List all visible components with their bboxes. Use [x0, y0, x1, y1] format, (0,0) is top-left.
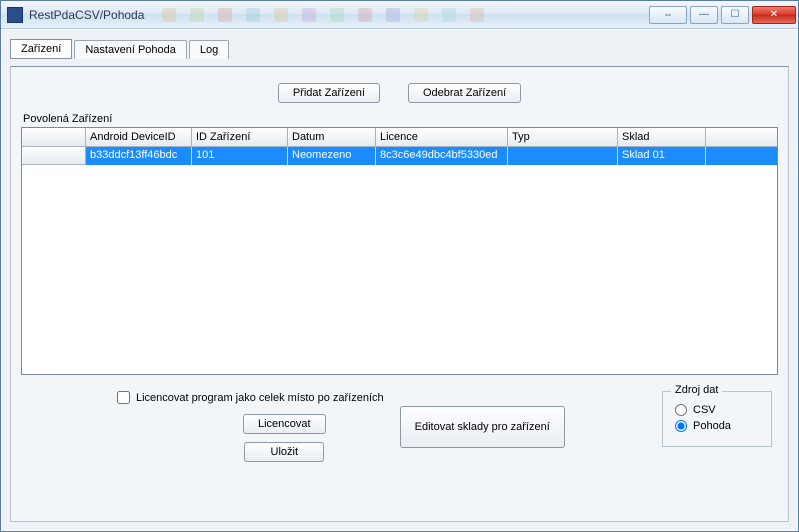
col-type[interactable]: Typ: [508, 128, 618, 146]
col-rowheader[interactable]: [22, 128, 86, 146]
grid-body[interactable]: b33ddcf13ff46bdc 101 Neomezeno 8c3c6e49d…: [22, 147, 777, 374]
col-store[interactable]: Sklad: [618, 128, 706, 146]
left-block: Licencovat program jako celek místo po z…: [117, 391, 384, 462]
col-licence[interactable]: Licence: [376, 128, 508, 146]
tab-settings-pohoda[interactable]: Nastavení Pohoda: [74, 40, 187, 59]
radio-pohoda[interactable]: [675, 420, 687, 432]
cell-id-device[interactable]: 101: [192, 147, 288, 165]
radio-csv[interactable]: [675, 404, 687, 416]
radio-pohoda-row: Pohoda: [675, 420, 759, 432]
maximize-button[interactable]: ☐: [721, 6, 749, 24]
tab-strip: Zařízení Nastavení Pohoda Log: [10, 36, 789, 58]
license-button[interactable]: Licencovat: [243, 414, 326, 434]
grid-header: Android DeviceID ID Zařízení Datum Licen…: [22, 128, 777, 147]
radio-csv-row: CSV: [675, 404, 759, 416]
col-id-device[interactable]: ID Zařízení: [192, 128, 288, 146]
add-device-button[interactable]: Přidat Zařízení: [278, 83, 380, 103]
allowed-devices-label: Povolená Zařízení: [23, 113, 778, 125]
table-row[interactable]: b33ddcf13ff46bdc 101 Neomezeno 8c3c6e49d…: [22, 147, 777, 165]
save-button[interactable]: Uložit: [244, 442, 324, 462]
datasource-groupbox: Zdroj dat CSV Pohoda: [662, 391, 772, 447]
top-button-row: Přidat Zařízení Odebrat Zařízení: [21, 83, 778, 103]
row-header-cell[interactable]: [22, 147, 86, 165]
radio-csv-label: CSV: [693, 404, 716, 416]
bottom-panel: Licencovat program jako celek místo po z…: [21, 391, 778, 462]
edit-stores-button[interactable]: Editovat sklady pro zařízení: [400, 406, 565, 448]
devices-grid[interactable]: Android DeviceID ID Zařízení Datum Licen…: [21, 127, 778, 375]
window-title: RestPdaCSV/Pohoda: [29, 8, 144, 22]
tab-log[interactable]: Log: [189, 40, 229, 59]
app-icon: [7, 7, 23, 23]
minimize-button[interactable]: —: [690, 6, 718, 24]
stacked-buttons: Licencovat Uložit: [243, 414, 326, 462]
titlebar[interactable]: RestPdaCSV/Pohoda ⇔ — ☐ ✕: [1, 1, 798, 29]
cell-android-id[interactable]: b33ddcf13ff46bdc: [86, 147, 192, 165]
extra-button[interactable]: ⇔: [649, 6, 687, 24]
app-window: RestPdaCSV/Pohoda ⇔ — ☐ ✕ Zařízení Nasta…: [0, 0, 799, 532]
client-area: Zařízení Nastavení Pohoda Log Přidat Zař…: [1, 29, 798, 531]
remove-device-button[interactable]: Odebrat Zařízení: [408, 83, 521, 103]
cell-date[interactable]: Neomezeno: [288, 147, 376, 165]
window-controls: ⇔ — ☐ ✕: [649, 6, 796, 24]
license-whole-row: Licencovat program jako celek místo po z…: [117, 391, 384, 404]
titlebar-background-icons: [162, 8, 649, 22]
col-android-id[interactable]: Android DeviceID: [86, 128, 192, 146]
close-button[interactable]: ✕: [752, 6, 796, 24]
datasource-legend: Zdroj dat: [671, 384, 722, 396]
radio-pohoda-label: Pohoda: [693, 420, 731, 432]
cell-type[interactable]: [508, 147, 618, 165]
cell-store[interactable]: Sklad 01: [618, 147, 706, 165]
tab-devices[interactable]: Zařízení: [10, 39, 72, 59]
license-whole-label: Licencovat program jako celek místo po z…: [136, 392, 384, 404]
license-whole-checkbox[interactable]: [117, 391, 130, 404]
mid-block: Editovat sklady pro zařízení: [400, 406, 565, 448]
tabpage-devices: Přidat Zařízení Odebrat Zařízení Povolen…: [10, 66, 789, 522]
col-date[interactable]: Datum: [288, 128, 376, 146]
cell-licence[interactable]: 8c3c6e49dbc4bf5330ed: [376, 147, 508, 165]
